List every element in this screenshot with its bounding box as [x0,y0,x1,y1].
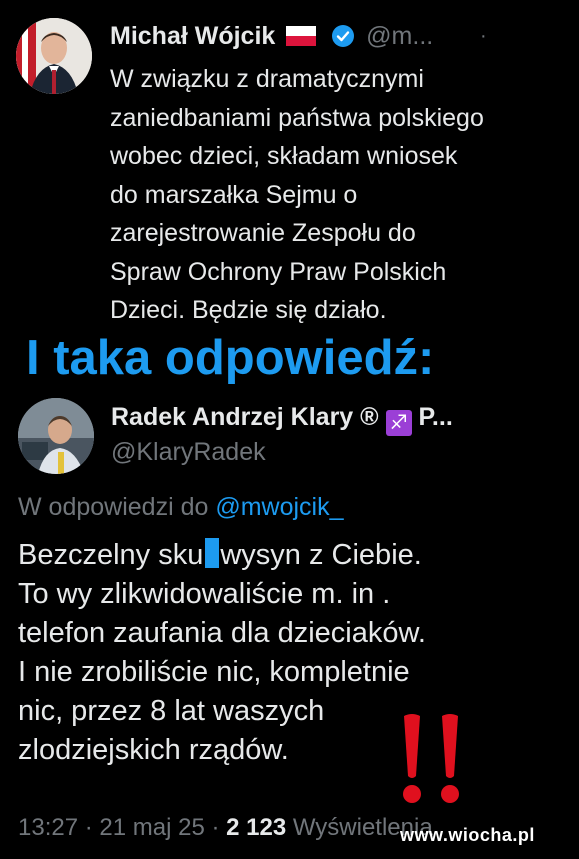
verified-badge-icon [332,25,355,47]
author-handle[interactable]: @m... [366,22,433,50]
tweet-line: I nie zrobiliście nic, kompletnie [18,656,410,688]
tweet-meta: 13:27 · 21 maj 25 · 2 123 Wyświetlenia [18,814,433,842]
sagittarius-icon: ♐ [385,410,412,436]
avatar[interactable] [16,18,92,94]
reply-context: W odpowiedzi do @mwojcik_ [18,493,344,522]
author-avatar-image [18,398,94,474]
tweet-text: Bezczelny sku [18,539,204,571]
author-avatar-image [16,18,92,94]
tweet-line: telefon zaufania dla dzieciaków. [18,617,426,649]
view-count: 2 123 [226,814,287,841]
tweet-body: W związku z dramatycznymi zaniedbaniami … [110,65,484,324]
tweet-timestamp[interactable]: 13:27 · 21 maj 25 · [18,814,226,841]
reply-mention-link[interactable]: @mwojcik_ [215,493,343,521]
overlay-caption: I taka odpowiedź: [26,331,435,385]
author-handle[interactable]: @KlaryRadek [111,438,266,467]
tweet-text: wysyn z Ciebie. [220,539,422,571]
author-name-row: Michał Wójcik @m... [110,22,433,51]
author-name[interactable]: Radek Andrzej Klary ® [111,403,379,431]
author-name-suffix: P... [418,403,453,431]
separator-dot: · [480,25,487,47]
author-name-row: Radek Andrzej Klary ® ♐ P... [111,403,453,436]
avatar[interactable] [18,398,94,474]
redaction-bar [205,538,220,568]
watermark: www.wiocha.pl [400,825,535,845]
reply-prefix: W odpowiedzi do [18,493,209,521]
tweet-line: To wy zlikwidowaliście m. in . [18,578,391,610]
author-name[interactable]: Michał Wójcik [110,22,275,50]
tweet-line: Bezczelny sku wysyn z Ciebie. [18,536,538,575]
poland-flag-icon [286,26,317,46]
double-exclamation-icon [403,714,459,803]
